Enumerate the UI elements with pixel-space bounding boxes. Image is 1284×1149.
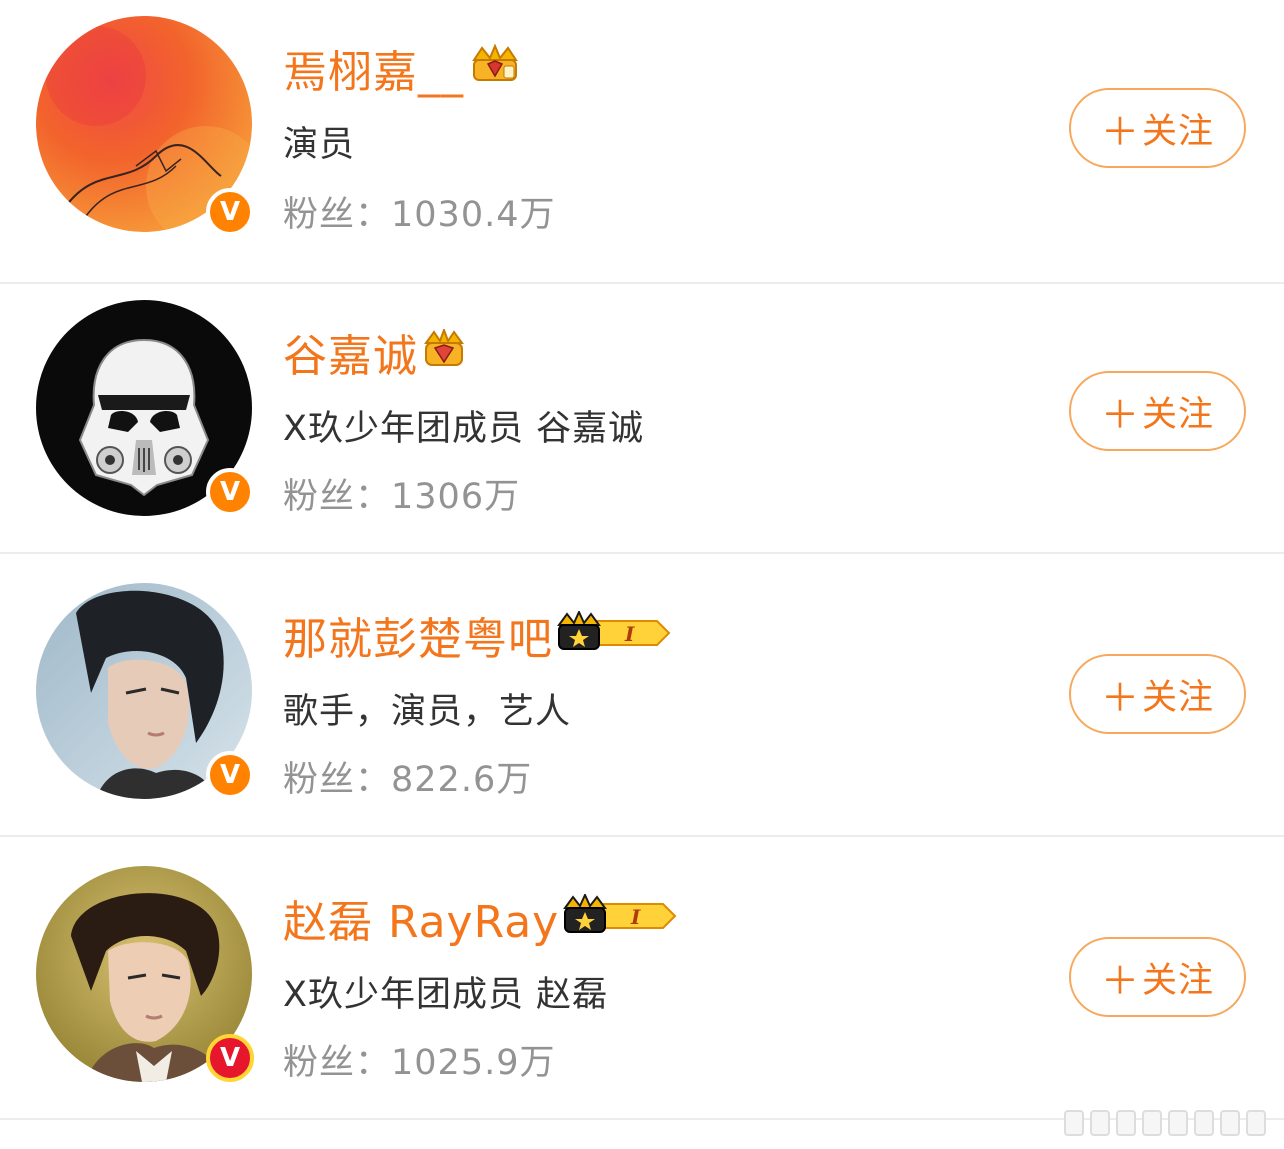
crown-gem-icon[interactable]: [422, 326, 466, 382]
watermark-block: [1142, 1110, 1162, 1136]
svg-text:I: I: [624, 622, 635, 646]
follow-button[interactable]: ＋关注: [1069, 937, 1246, 1017]
follow-button[interactable]: ＋关注: [1069, 371, 1246, 451]
svg-text:I: I: [630, 905, 641, 929]
user-name[interactable]: 赵磊 RayRay I: [283, 886, 679, 953]
user-name[interactable]: 谷嘉诚: [283, 320, 466, 386]
user-name[interactable]: 焉栩嘉__: [283, 36, 522, 103]
user-name-text: 焉栩嘉__: [283, 47, 464, 98]
user-name-text: 那就彭楚粤吧: [283, 614, 553, 665]
follow-label: 关注: [1142, 111, 1215, 152]
fans-value: 822.6万: [391, 760, 533, 800]
fans-value: 1025.9万: [391, 1043, 556, 1083]
fans-label: 粉丝：: [283, 195, 392, 235]
plus-icon: ＋: [1100, 109, 1140, 154]
fans-count: 粉丝：1306万: [283, 468, 520, 519]
verified-v-icon: V: [206, 188, 254, 236]
fans-count: 粉丝：1025.9万: [283, 1034, 555, 1085]
plus-icon: ＋: [1100, 675, 1140, 720]
crown-diamond-icon[interactable]: [468, 42, 522, 99]
fans-value: 1030.4万: [391, 195, 556, 235]
verified-v-icon: V: [206, 468, 254, 516]
verified-v-red-icon: V: [206, 1034, 254, 1082]
crown-level-1-icon[interactable]: I: [563, 892, 679, 949]
fans-label: 粉丝：: [283, 760, 392, 800]
follow-button[interactable]: ＋关注: [1069, 654, 1246, 734]
user-name-text: 赵磊 RayRay: [283, 897, 560, 948]
crown-level-1-icon[interactable]: I: [557, 609, 673, 666]
user-bio: 歌手，演员，艺人: [283, 692, 572, 732]
watermark-block: [1064, 1110, 1084, 1136]
fans-label: 粉丝：: [283, 477, 392, 517]
follow-label: 关注: [1142, 394, 1215, 435]
watermark: [1064, 1108, 1272, 1138]
user-name[interactable]: 那就彭楚粤吧 I: [283, 603, 673, 670]
watermark-block: [1090, 1110, 1110, 1136]
plus-icon: ＋: [1100, 958, 1140, 1003]
user-name-text: 谷嘉诚: [283, 331, 418, 382]
fans-label: 粉丝：: [283, 1043, 392, 1083]
list-item[interactable]: V 那就彭楚粤吧 I 歌手，演员，艺人 粉丝：822.6万 ＋关注: [0, 553, 1284, 837]
user-bio: X玖少年团成员 赵磊: [283, 975, 609, 1015]
follow-button[interactable]: ＋关注: [1069, 88, 1246, 168]
list-item[interactable]: V 谷嘉诚 X玖少年团成员 谷嘉诚 粉丝：1306万 ＋关注: [0, 270, 1284, 554]
watermark-block: [1116, 1110, 1136, 1136]
follow-label: 关注: [1142, 960, 1215, 1001]
watermark-block: [1246, 1110, 1266, 1136]
follow-label: 关注: [1142, 677, 1215, 718]
verified-v-icon: V: [206, 751, 254, 799]
list-item[interactable]: V 焉栩嘉__ 演员 粉丝：1030.4万 ＋关注: [0, 0, 1284, 284]
fans-count: 粉丝：1030.4万: [283, 186, 555, 237]
watermark-block: [1220, 1110, 1240, 1136]
user-bio: X玖少年团成员 谷嘉诚: [283, 409, 645, 449]
list-item[interactable]: V 赵磊 RayRay I X玖少年团成员 赵磊 粉丝：1025.9万 ＋关注: [0, 836, 1284, 1120]
watermark-block: [1168, 1110, 1188, 1136]
fans-value: 1306万: [391, 477, 521, 517]
plus-icon: ＋: [1100, 392, 1140, 437]
user-bio: 演员: [283, 125, 356, 165]
fans-count: 粉丝：822.6万: [283, 751, 532, 802]
watermark-block: [1194, 1110, 1214, 1136]
